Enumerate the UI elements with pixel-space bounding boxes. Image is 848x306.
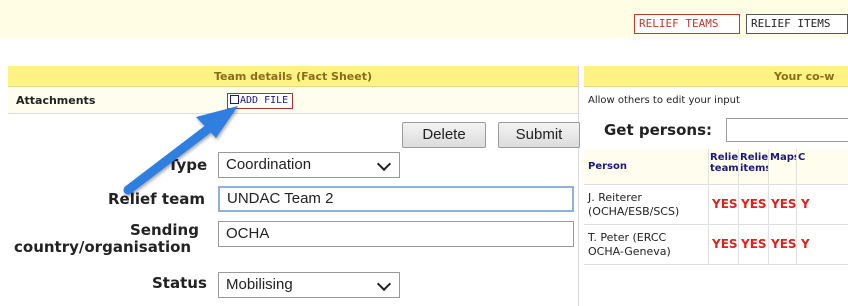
- table-divider: [796, 149, 797, 265]
- relief-items-yes[interactable]: YES: [741, 197, 767, 211]
- sending-label-line2: country/organisation: [14, 238, 192, 256]
- col-relief-teams: Relief teams: [708, 149, 745, 185]
- allow-edit-text: Allow others to edit your input: [588, 95, 740, 106]
- coworkers-panel: Your co-w Allow others to edit your inpu…: [584, 66, 848, 306]
- person-name-line1: J. Reiterer: [588, 191, 642, 204]
- person-name-line1: T. Peter (ERCC: [588, 231, 667, 244]
- persons-table: Person Relief teams Relief items Maps C …: [584, 149, 848, 265]
- relief-teams-button[interactable]: RELIEF TEAMS: [634, 14, 740, 34]
- table-divider: [738, 149, 739, 265]
- c-yes[interactable]: Y: [801, 197, 810, 211]
- type-value: Coordination: [226, 156, 312, 173]
- type-select[interactable]: Coordination: [218, 152, 400, 178]
- relief-team-value: UNDAC Team 2: [227, 190, 334, 207]
- add-file-button[interactable]: ADD FILE: [227, 93, 294, 109]
- col-c: C: [796, 149, 848, 185]
- get-persons-label: Get persons:: [604, 121, 713, 139]
- col-person: Person: [584, 149, 708, 185]
- chevron-down-icon: [376, 156, 392, 172]
- person-name: T. Peter (ERCC OCHA-Geneva): [588, 231, 671, 259]
- sending-org-value: OCHA: [226, 225, 270, 242]
- status-label: Status: [152, 274, 207, 292]
- attachments-label: Attachments: [16, 94, 96, 107]
- status-value: Mobilising: [226, 276, 293, 293]
- maps-yes[interactable]: YES: [771, 237, 797, 251]
- maps-yes[interactable]: YES: [771, 197, 797, 211]
- col-maps: Maps: [768, 149, 800, 185]
- team-details-header: Team details (Fact Sheet): [8, 66, 578, 87]
- table-row: J. Reiterer (OCHA/ESB/SCS) YES YES YES Y: [584, 185, 848, 225]
- relief-items-yes[interactable]: YES: [741, 237, 767, 251]
- col-relief-items: Relief items: [738, 149, 772, 185]
- relief-team-input[interactable]: UNDAC Team 2: [218, 186, 574, 212]
- get-persons-input[interactable]: [726, 118, 848, 142]
- attachments-row: Attachments ADD FILE: [8, 88, 578, 114]
- table-divider: [708, 149, 709, 265]
- sending-org-input[interactable]: OCHA: [218, 221, 574, 247]
- team-details-panel: Team details (Fact Sheet) Attachments AD…: [8, 66, 580, 306]
- person-name-line2: (OCHA/ESB/SCS): [588, 205, 680, 218]
- person-name-line2: OCHA-Geneva): [588, 245, 671, 258]
- relief-teams-yes[interactable]: YES: [712, 237, 738, 251]
- person-name: J. Reiterer (OCHA/ESB/SCS): [588, 191, 679, 219]
- checkbox-icon: [230, 95, 239, 104]
- submit-button[interactable]: Submit: [498, 122, 580, 148]
- add-file-label: ADD FILE: [240, 95, 289, 106]
- table-row: T. Peter (ERCC OCHA-Geneva) YES YES YES …: [584, 225, 848, 265]
- relief-teams-yes[interactable]: YES: [712, 197, 738, 211]
- status-select[interactable]: Mobilising: [218, 272, 400, 298]
- coworkers-header: Your co-w: [584, 66, 848, 87]
- relief-items-button[interactable]: RELIEF ITEMS: [746, 14, 848, 34]
- relief-team-label: Relief team: [108, 190, 206, 208]
- c-yes[interactable]: Y: [801, 237, 810, 251]
- type-label: Type: [168, 156, 208, 174]
- delete-button[interactable]: Delete: [402, 122, 486, 148]
- table-divider: [768, 149, 769, 265]
- sending-label: Sending: [130, 221, 199, 239]
